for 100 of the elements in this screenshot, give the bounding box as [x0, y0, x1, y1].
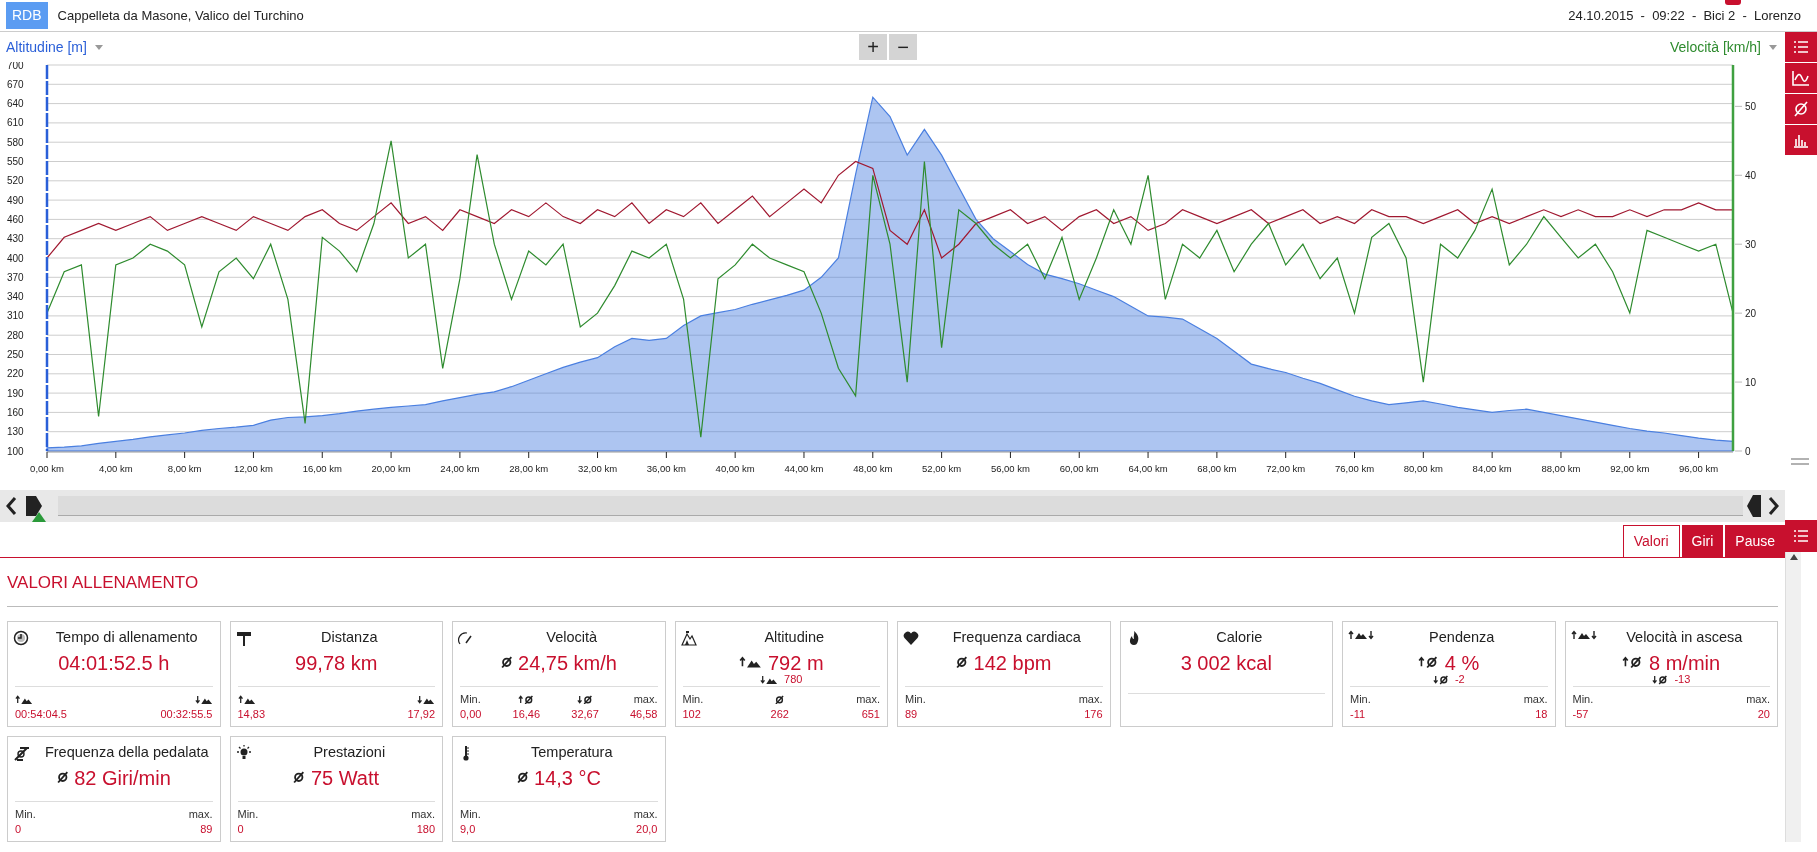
axis-tick-label: 44,00 km [784, 463, 824, 474]
descent-icon [760, 674, 779, 685]
list-button[interactable] [1785, 32, 1817, 62]
average-icon [500, 656, 512, 669]
card-value: 04:01:52.5 h [58, 652, 170, 673]
stat-label: Min. [1350, 692, 1371, 708]
axis-tick-label: 92,00 km [1610, 463, 1650, 474]
axis-tick-label: 60,00 km [1059, 463, 1099, 474]
stat-value: 262 [770, 707, 789, 722]
axis-tick-label: 430 [7, 233, 24, 245]
stat-label: max. [188, 807, 213, 823]
stat-label: max. [856, 692, 880, 708]
average-icon [293, 771, 305, 784]
axis-tick-label: 28,00 km [509, 463, 549, 474]
axis-tick-label: 310 [7, 310, 24, 322]
axis-tick-label: 10 [1745, 376, 1757, 388]
crank-icon [13, 744, 29, 761]
stat-label: Min. [460, 807, 481, 823]
stat-value: 00:54:04.5 [15, 707, 67, 722]
ascent-descent-icon [1348, 629, 1374, 641]
card-title: Pendenza [1428, 627, 1496, 647]
card-value: 4 % [1444, 652, 1480, 673]
stat-label: max. [1523, 692, 1548, 708]
axis-tick-label: 220 [7, 368, 24, 380]
tab[interactable]: Pause [1725, 525, 1785, 557]
axis-tick-label: 50 [1745, 100, 1757, 112]
axis-tick-label: 40,00 km [715, 463, 755, 474]
stat-value: 20,0 [636, 822, 658, 837]
axis-tick-label: 670 [7, 78, 24, 90]
stat-value: 18 [1535, 707, 1548, 722]
session-info: 24.10.2015 - 09:22 - Bici 2 - Lorenzo [1568, 6, 1801, 25]
tab[interactable]: Giri [1681, 525, 1724, 557]
axis-tick-label: 68,00 km [1197, 463, 1237, 474]
stat-value: 17,92 [407, 707, 435, 722]
stat-label: Min. [905, 692, 926, 708]
mountain-icon [680, 629, 697, 646]
card-title: Distanza [320, 627, 379, 647]
stat-label: max. [1078, 692, 1103, 708]
axis-tick-label: 0 [1745, 445, 1751, 457]
range-track[interactable] [58, 496, 1743, 516]
stat-value: 176 [1084, 707, 1103, 722]
stat-label: Min. [682, 692, 704, 708]
average-icon [775, 694, 785, 705]
stat-value: 16,46 [512, 707, 541, 722]
axis-tick-label: 340 [7, 291, 24, 303]
bar-chart-button[interactable] [1785, 125, 1817, 155]
stat-value: -57 [1572, 707, 1589, 722]
axis-tick-label: 16,00 km [302, 463, 342, 474]
caret-icon [1769, 44, 1777, 50]
card-value: 142 bpm [973, 652, 1052, 673]
zoom-in-button[interactable]: + [859, 34, 887, 60]
axis-tick-label: 160 [7, 406, 24, 418]
right-axis-dropdown[interactable]: Velocità [km/h] [1669, 36, 1777, 58]
stat-value: 89 [200, 822, 213, 837]
sub-value: 780 [784, 674, 803, 686]
stat-label: max. [633, 692, 658, 708]
card-value: 3 002 kcal [1180, 653, 1272, 674]
card-title: Velocità [545, 627, 599, 647]
caret-icon [94, 44, 103, 50]
tab[interactable]: Valori [1622, 525, 1680, 557]
stat-value: 0,00 [460, 707, 482, 722]
axis-tick-label: 56,00 km [990, 463, 1030, 474]
average-button[interactable] [1785, 94, 1817, 124]
stat-label: Min. [15, 807, 36, 823]
scrollbar[interactable] [1785, 551, 1801, 842]
zoom-out-button[interactable]: − [889, 34, 917, 60]
down-average-icon [1652, 674, 1669, 685]
tab-edge [1725, 0, 1741, 5]
axis-tick-label: 0,00 km [30, 463, 64, 474]
average-icon [56, 771, 69, 784]
axis-tick-label: 8,00 km [167, 463, 202, 474]
stat-value: -11 [1350, 707, 1366, 722]
axis-tick-label: 400 [7, 252, 24, 264]
average-icon [1792, 101, 1810, 117]
line-chart-button[interactable] [1785, 63, 1817, 93]
line-chart-icon [1792, 70, 1810, 86]
gauge-icon [458, 629, 474, 646]
axis-tick-label: 30 [1745, 238, 1757, 250]
stat-label: max. [1746, 692, 1770, 708]
drag-handle-icon[interactable] [1791, 457, 1809, 466]
section-title: VALORI ALLENAMENTO [7, 570, 1778, 607]
range-handle-right[interactable] [1747, 495, 1763, 517]
axis-tick-label: 64,00 km [1128, 463, 1168, 474]
stat-value: 20 [1757, 707, 1770, 722]
left-axis-dropdown[interactable]: Altitudine [m] [6, 36, 103, 58]
card-title: Tempo di allenamento [54, 627, 199, 647]
up-average-icon [518, 694, 535, 705]
axis-tick-label: 370 [7, 271, 24, 283]
axis-tick-label: 80,00 km [1403, 463, 1443, 474]
axis-tick-label: 700 [7, 62, 24, 71]
chevron-right-icon[interactable] [1767, 496, 1781, 516]
stat-value: 14,83 [237, 707, 266, 722]
axis-tick-label: 72,00 km [1266, 463, 1306, 474]
card-value: 99,78 km [295, 652, 378, 673]
list-menu-button[interactable] [1785, 519, 1817, 552]
heart-icon [903, 629, 919, 646]
axis-tick-label: 520 [7, 175, 24, 187]
stat-value: 46,58 [629, 707, 658, 722]
stat-label: Min. [460, 692, 481, 708]
chevron-left-icon[interactable] [4, 496, 18, 516]
